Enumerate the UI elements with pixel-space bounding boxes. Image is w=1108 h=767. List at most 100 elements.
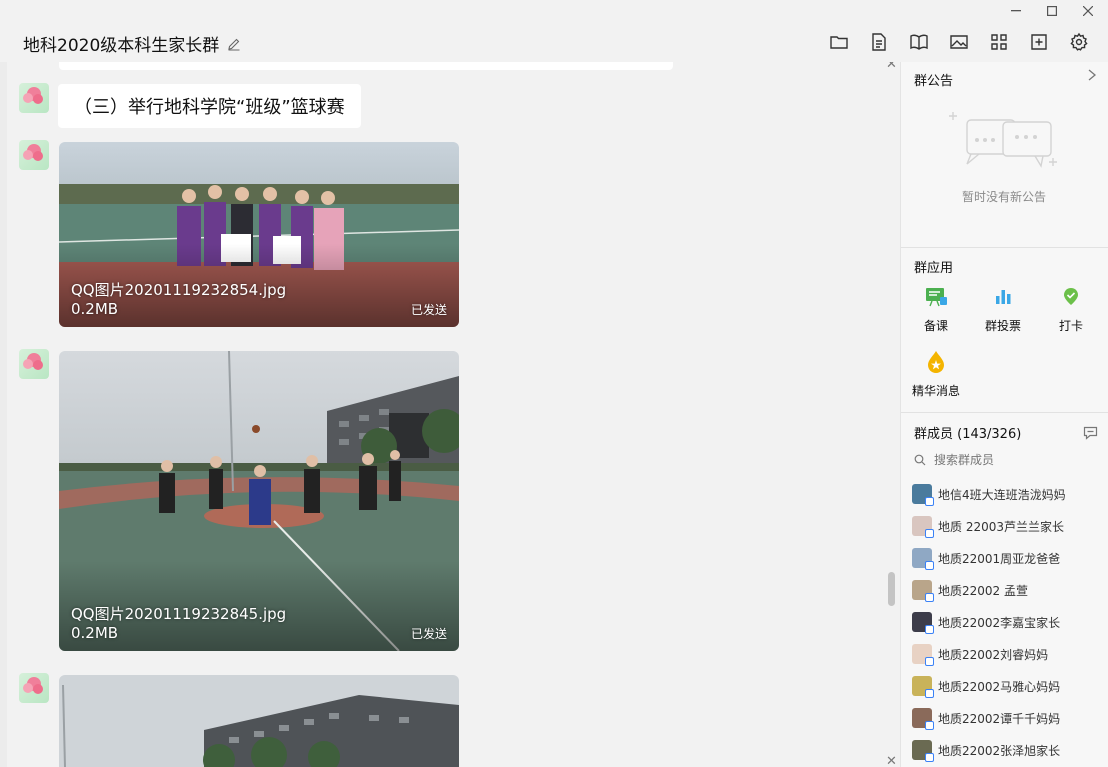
- members-title: 群成员 (143/326): [914, 427, 1022, 442]
- app-lesson[interactable]: 备课: [906, 284, 966, 334]
- close-window-button[interactable]: [1074, 2, 1102, 20]
- text-message[interactable]: （三）举行地科学院“班级”篮球赛: [58, 84, 361, 128]
- device-badge-icon: [925, 561, 934, 570]
- app-checkin[interactable]: 打卡: [1041, 284, 1101, 334]
- empty-notice-illustration: [949, 112, 1057, 168]
- add-box-icon: [1031, 34, 1047, 50]
- folder-button[interactable]: [826, 30, 852, 54]
- chat-toolbar: [826, 30, 1092, 54]
- member-search-input[interactable]: 搜索群成员: [934, 451, 994, 468]
- app-label: 精华消息: [911, 384, 960, 398]
- device-badge-icon: [925, 625, 934, 634]
- maximize-icon: [1047, 6, 1057, 16]
- member-avatar: [912, 548, 934, 570]
- grid-icon: [991, 34, 1007, 50]
- sender-avatar[interactable]: [19, 673, 49, 703]
- sender-avatar[interactable]: [19, 83, 49, 113]
- essence-icon: [928, 351, 944, 373]
- document-button[interactable]: [866, 30, 892, 54]
- device-badge-icon: [925, 721, 934, 730]
- minimize-icon: [1011, 10, 1021, 12]
- device-badge-icon: [925, 497, 934, 506]
- image-message[interactable]: QQ图片20201119232845.jpg 0.2MB 已发送: [59, 351, 459, 651]
- image-message[interactable]: QQ图片20201119232854.jpg 0.2MB 已发送: [59, 142, 459, 327]
- sent-status: 已发送: [410, 303, 447, 317]
- group-side-panel: 群公告 暂时没有新公告 群应用 备课 群投票 打卡 精华消息 群成员 (143/…: [900, 62, 1108, 767]
- member-item[interactable]: 地质22002 孟萱: [912, 579, 1028, 602]
- left-edge-strip: [0, 62, 7, 767]
- device-badge-icon: [925, 689, 934, 698]
- member-item[interactable]: 地质22002张泽旭家长: [912, 739, 1061, 762]
- chat-message-area[interactable]: （三）举行地科学院“班级”篮球赛 QQ图片20201119232854.jpg …: [7, 62, 900, 767]
- maximize-button[interactable]: [1038, 2, 1066, 20]
- document-icon: [872, 33, 886, 51]
- app-label: 群投票: [984, 319, 1021, 333]
- checkin-icon: [1064, 288, 1078, 305]
- book-button[interactable]: [906, 30, 932, 54]
- chevron-right-icon[interactable]: [1087, 69, 1097, 81]
- member-chat-icon[interactable]: [1083, 426, 1098, 440]
- section-divider: [901, 247, 1108, 248]
- member-name: 地质22002马雅心妈妈: [938, 679, 1061, 694]
- member-name: 地质22001周亚龙爸爸: [938, 551, 1061, 566]
- member-item[interactable]: 地质 22003芦兰兰家长: [912, 515, 1064, 538]
- section-divider: [901, 412, 1108, 413]
- device-badge-icon: [925, 657, 934, 666]
- apps-button[interactable]: [986, 30, 1012, 54]
- member-name: 地质22002刘睿妈妈: [938, 647, 1049, 662]
- member-avatar: [912, 644, 934, 666]
- device-badge-icon: [925, 593, 934, 602]
- member-name: 地信4班大连班浩泷妈妈: [938, 487, 1066, 502]
- member-item[interactable]: 地质22002刘睿妈妈: [912, 643, 1049, 666]
- chat-scrollbar[interactable]: [888, 572, 895, 606]
- member-avatar: [912, 484, 934, 506]
- image-caption: QQ图片20201119232845.jpg 0.2MB: [71, 605, 286, 643]
- member-item[interactable]: 地信4班大连班浩泷妈妈: [912, 483, 1066, 506]
- image-filename: QQ图片20201119232845.jpg: [71, 605, 287, 623]
- member-item[interactable]: 地质22002李嘉宝家长: [912, 611, 1061, 634]
- device-badge-icon: [925, 529, 934, 538]
- text-message-content: （三）举行地科学院“班级”篮球赛: [74, 97, 345, 118]
- notice-title[interactable]: 群公告: [914, 70, 953, 89]
- member-avatar: [912, 612, 934, 634]
- window-controls: [1002, 2, 1102, 20]
- qq-group-chat-window: 地科2020级本科生家长群 （三）举行地科学院“班级”篮球赛 QQ图片20201…: [0, 0, 1108, 767]
- notice-empty-text: 暂时没有新公告: [961, 190, 1047, 204]
- image-message[interactable]: [59, 675, 459, 767]
- lesson-icon: [926, 288, 947, 307]
- title-bar: 地科2020级本科生家长群: [0, 0, 1108, 62]
- image-size: 0.2MB: [71, 624, 119, 642]
- member-avatar: [912, 676, 934, 698]
- member-avatar: [912, 708, 934, 730]
- member-item[interactable]: 地质22001周亚龙爸爸: [912, 547, 1061, 570]
- member-item[interactable]: 地质22002谭千千妈妈: [912, 707, 1060, 730]
- settings-button[interactable]: [1066, 30, 1092, 54]
- member-name: 地质22002张泽旭家长: [938, 743, 1061, 758]
- image-size: 0.2MB: [71, 300, 119, 318]
- member-search[interactable]: 搜索群成员: [914, 451, 994, 468]
- member-name: 地质22002李嘉宝家长: [938, 615, 1061, 630]
- member-item[interactable]: 地质22002马雅心妈妈: [912, 675, 1061, 698]
- apps-title: 群应用: [914, 261, 954, 276]
- edit-icon[interactable]: [227, 37, 241, 51]
- member-avatar: [912, 580, 934, 602]
- sender-avatar[interactable]: [19, 349, 49, 379]
- minimize-button[interactable]: [1002, 2, 1030, 20]
- album-button[interactable]: [946, 30, 972, 54]
- folder-icon: [830, 36, 848, 49]
- close-icon[interactable]: ✕: [886, 62, 897, 72]
- vote-icon: [996, 290, 1011, 304]
- member-name: 地质 22003芦兰兰家长: [938, 519, 1064, 534]
- add-button[interactable]: [1026, 30, 1052, 54]
- image-icon: [950, 35, 968, 49]
- image-filename: QQ图片20201119232854.jpg: [71, 281, 287, 299]
- search-icon: [914, 454, 926, 465]
- app-essence[interactable]: 精华消息: [906, 349, 966, 399]
- image-caption: QQ图片20201119232854.jpg 0.2MB: [71, 281, 286, 319]
- sender-avatar[interactable]: [19, 140, 49, 170]
- app-vote[interactable]: 群投票: [973, 284, 1033, 334]
- sent-status: 已发送: [410, 627, 447, 641]
- close-icon[interactable]: ✕: [886, 754, 897, 767]
- previous-message-bubble: [59, 62, 673, 70]
- close-icon: [1083, 6, 1093, 16]
